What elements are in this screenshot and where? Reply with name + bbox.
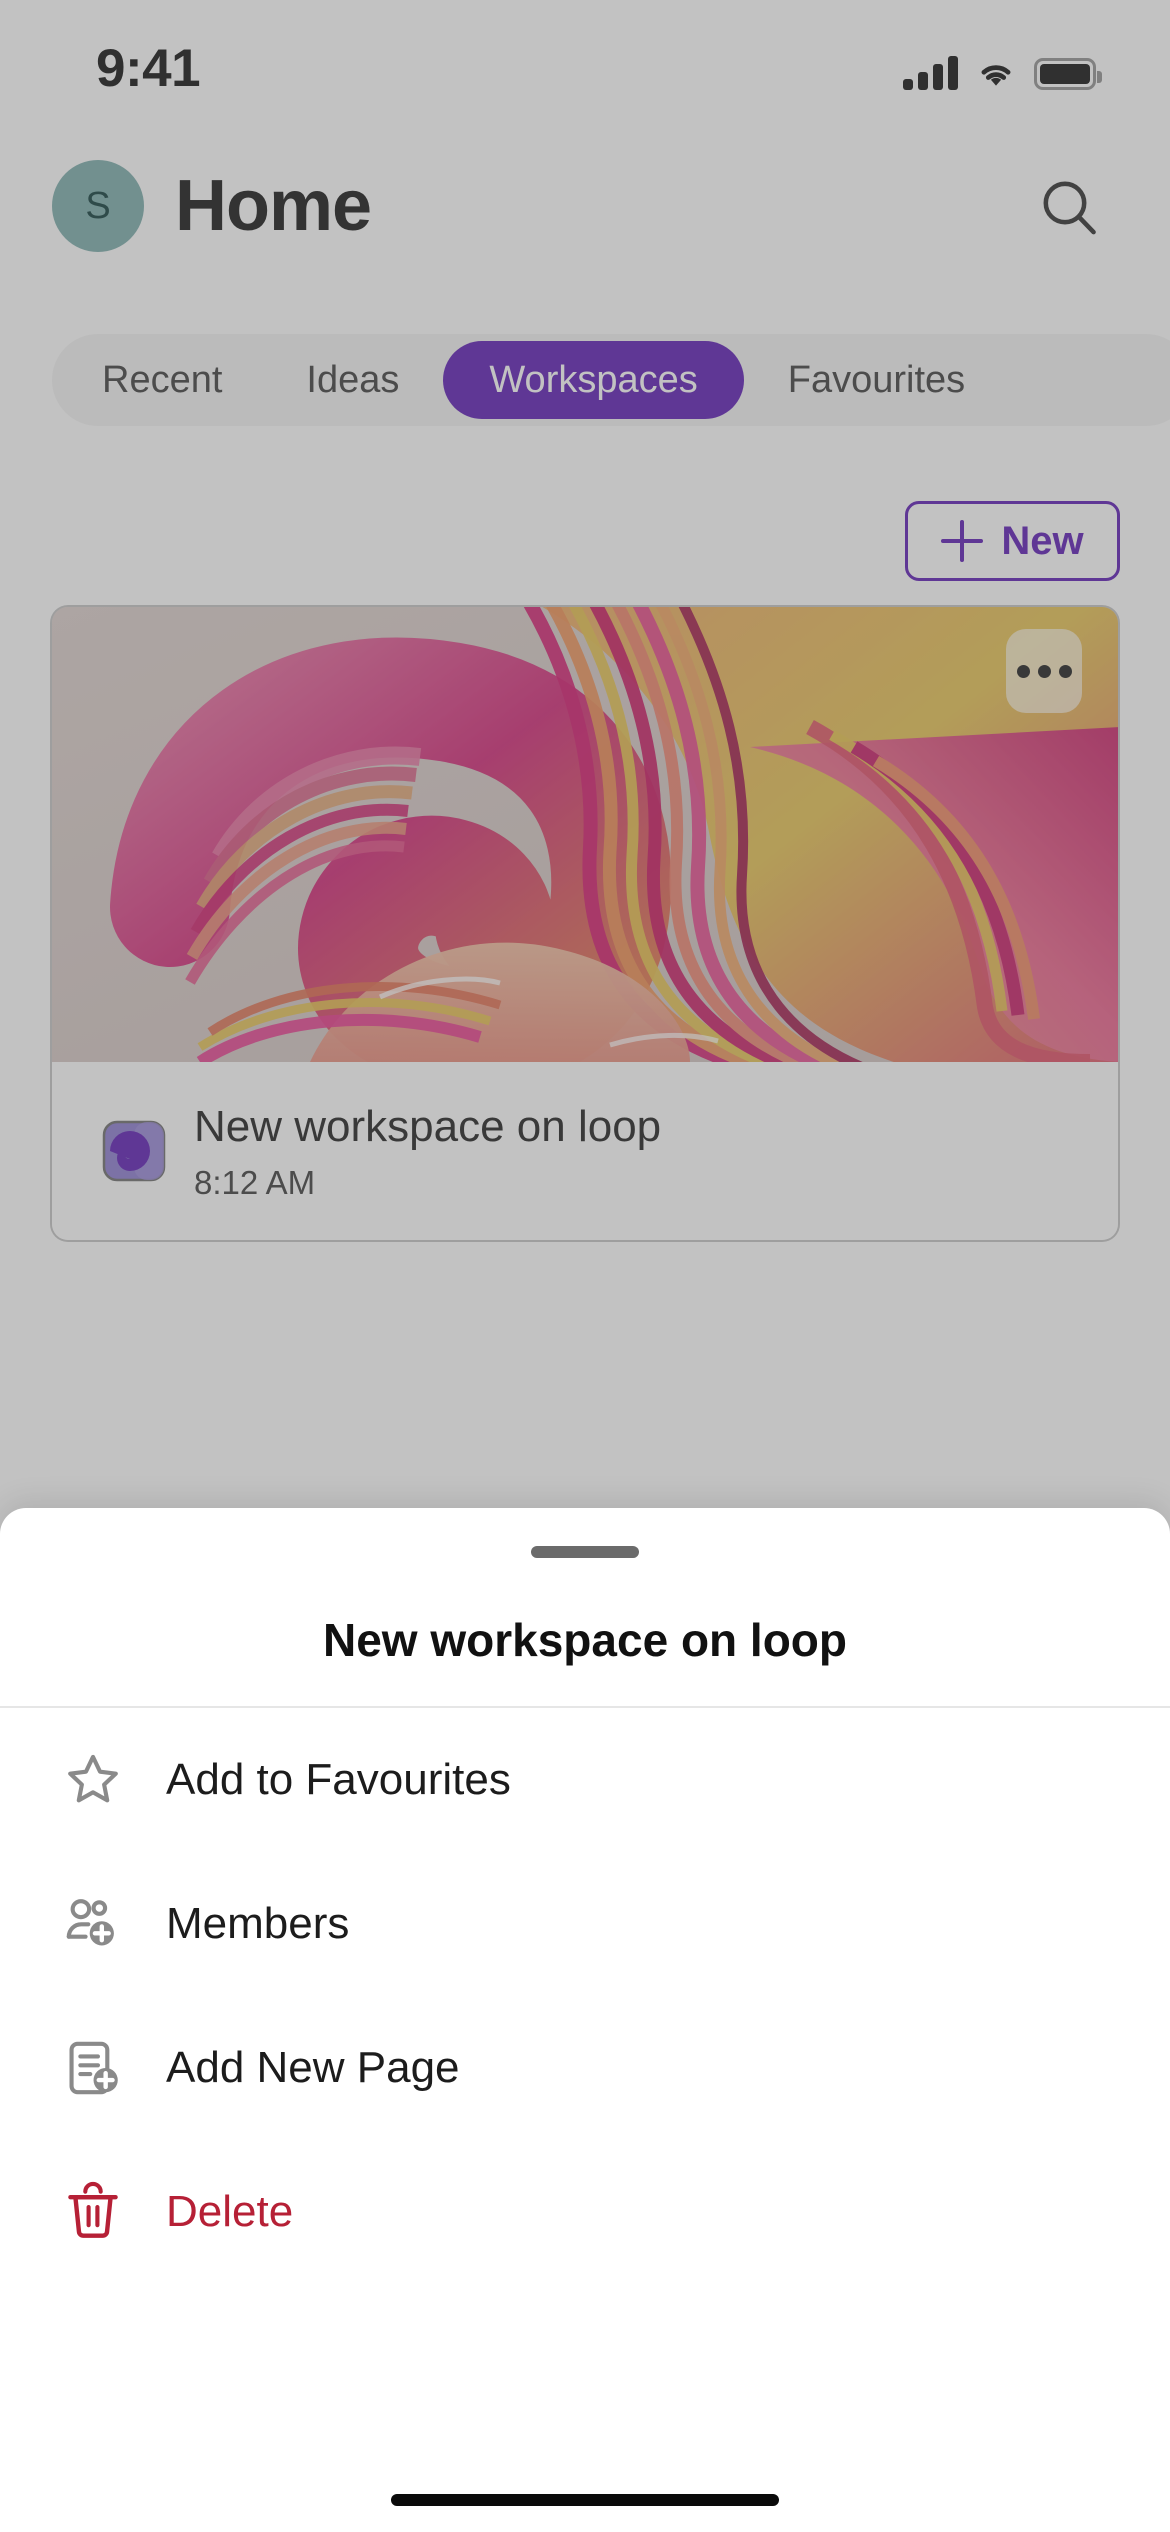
more-horizontal-icon-dot: [1016, 664, 1030, 678]
menu-item-members[interactable]: Members: [0, 1852, 1170, 1996]
menu-item-delete[interactable]: Delete: [0, 2140, 1170, 2284]
wifi-icon: [974, 56, 1018, 90]
document-add-icon: [56, 2031, 130, 2105]
tab-bar[interactable]: Recent Ideas Workspaces Favourites: [52, 334, 1170, 426]
workspace-cover-image: [52, 607, 1118, 1062]
trash-icon: [56, 2175, 130, 2249]
menu-list: Add to Favourites Members Add New Page D…: [0, 1708, 1170, 2284]
tab-favourites-label: Favourites: [787, 358, 966, 401]
workspace-card-footer: New workspace on loop 8:12 AM: [52, 1062, 1118, 1240]
more-horizontal-icon-dot: [1058, 664, 1072, 678]
menu-item-add-new-page[interactable]: Add New Page: [0, 1996, 1170, 2140]
star-outline-icon: [56, 1743, 130, 1817]
page-title: Home: [175, 166, 372, 246]
menu-item-label: Delete: [166, 2187, 294, 2236]
menu-item-add-to-favourites[interactable]: Add to Favourites: [0, 1708, 1170, 1852]
more-horizontal-icon-dot: [1037, 664, 1051, 678]
tab-workspaces-label: Workspaces: [489, 358, 698, 401]
search-icon: [1043, 181, 1096, 235]
phone-screen: 9:41 S Home Recent Ideas Workspaces Favo…: [0, 0, 1170, 2532]
cellular-signal-icon: [903, 56, 958, 90]
tab-ideas-label: Ideas: [306, 358, 400, 401]
search-button[interactable]: [1030, 168, 1108, 246]
plus-icon: [941, 520, 984, 562]
tab-workspaces[interactable]: Workspaces: [443, 341, 744, 419]
tab-favourites[interactable]: Favourites: [748, 341, 1005, 419]
abstract-swirl-artwork: [52, 607, 1118, 1062]
tab-recent[interactable]: Recent: [62, 341, 262, 419]
workspace-card[interactable]: New workspace on loop 8:12 AM: [50, 605, 1120, 1242]
card-more-options-button[interactable]: [1006, 629, 1082, 713]
tab-ideas[interactable]: Ideas: [266, 341, 439, 419]
menu-item-label: Add New Page: [166, 2043, 460, 2092]
context-menu-sheet: New workspace on loop Add to Favourites: [0, 1508, 1170, 2532]
battery-full-icon: [1034, 58, 1102, 90]
workspace-card-text: New workspace on loop 8:12 AM: [194, 1098, 661, 1206]
microsoft-loop-icon: [88, 1110, 172, 1194]
new-button-label: New: [1001, 518, 1084, 563]
menu-item-label: Add to Favourites: [166, 1755, 511, 1804]
status-bar-time: 9:41: [96, 39, 201, 98]
home-indicator[interactable]: [391, 2494, 779, 2506]
workspace-card-time: 8:12 AM: [194, 1164, 316, 1201]
workspace-card-title: New workspace on loop: [194, 1102, 662, 1151]
app-header: S Home: [0, 150, 1170, 260]
avatar[interactable]: S: [52, 160, 144, 252]
new-button[interactable]: New: [905, 501, 1120, 581]
menu-item-label: Members: [166, 1899, 350, 1948]
sheet-title: New workspace on loop: [323, 1614, 847, 1666]
avatar-initial: S: [85, 184, 111, 227]
status-bar: 9:41: [0, 0, 1170, 120]
tab-recent-label: Recent: [102, 358, 223, 401]
people-add-icon: [56, 1887, 130, 1961]
status-bar-icons: [903, 48, 1102, 90]
drag-handle[interactable]: [531, 1546, 639, 1558]
